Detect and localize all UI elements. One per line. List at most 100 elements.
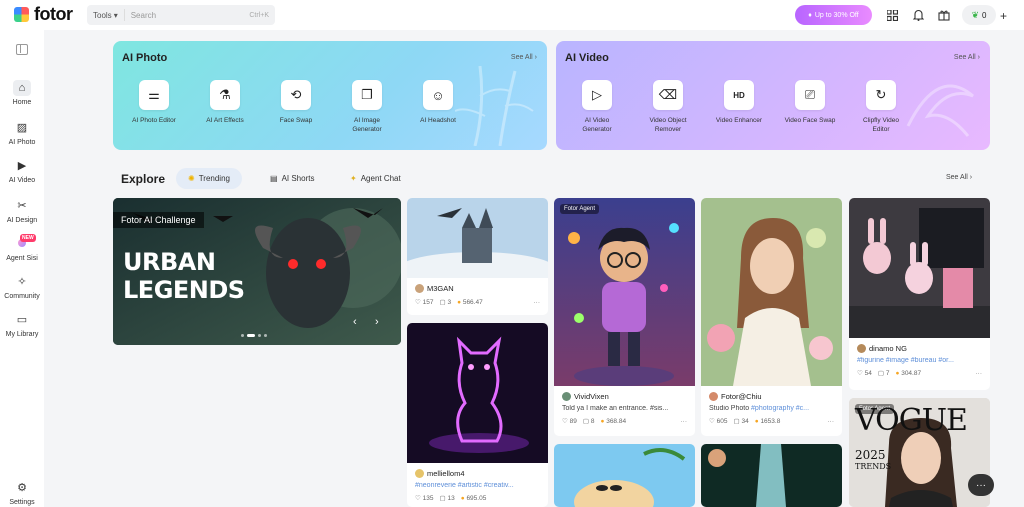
tool-video-object-remover[interactable]: ⌫ Video Object Remover xyxy=(634,80,702,134)
sidebar-item-ai-photo[interactable]: ▨ AI Photo xyxy=(0,120,44,146)
ai-photo-title: AI Photo xyxy=(122,52,168,64)
community-card[interactable]: Fotor Agent VividVixen Told ya I make an… xyxy=(554,198,695,436)
hero-headline: URBAN LEGENDS xyxy=(123,248,245,304)
card-author[interactable]: melliellom4 xyxy=(415,469,540,478)
eraser-icon: ⌫ xyxy=(653,80,683,110)
credits-balance[interactable]: ❦ 0 xyxy=(962,5,996,25)
tool-face-swap[interactable]: ⟲ Face Swap xyxy=(262,80,330,125)
explore-title: Explore xyxy=(121,172,166,186)
likes-count: 605 xyxy=(716,418,728,425)
likes-icon[interactable]: ♡ 54 xyxy=(857,369,872,377)
fotor-logo-icon xyxy=(14,7,29,22)
tab-trending[interactable]: ✺ Trending xyxy=(176,168,242,189)
carousel-dot[interactable] xyxy=(241,334,244,337)
star-icon: ● xyxy=(754,417,759,425)
card-stats: ♡ 605 ▢ 34 ● 1653.8 ··· xyxy=(709,417,835,426)
challenge-hero-card[interactable]: Fotor AI Challenge URBAN LEGENDS ‹ › xyxy=(113,198,401,345)
sidebar-item-settings[interactable]: ⚙ Settings xyxy=(0,480,44,506)
community-card[interactable] xyxy=(554,444,695,507)
sidebar-toggle-icon[interactable] xyxy=(16,44,28,55)
bell-icon[interactable] xyxy=(911,8,925,22)
promo-button[interactable]: ♦ Up to 30% Off xyxy=(795,5,872,25)
magazine-year: 2025 xyxy=(855,448,886,462)
tool-label: Clipfly Video Editor xyxy=(862,117,899,133)
plus-icon[interactable]: + xyxy=(1000,9,1007,23)
tab-agent-chat[interactable]: ✦ Agent Chat xyxy=(338,168,413,189)
carousel-dot[interactable] xyxy=(264,334,267,337)
apps-grid-icon[interactable] xyxy=(885,8,899,22)
tool-ai-photo-editor[interactable]: ⚌ AI Photo Editor xyxy=(120,80,188,125)
sidebar-item-agent-sisi[interactable]: NEW Agent Sisi xyxy=(0,234,44,262)
comments-icon[interactable]: ▢ 34 xyxy=(734,417,749,425)
more-options-icon[interactable]: ··· xyxy=(976,370,983,377)
caption-tags[interactable]: #photography #c... xyxy=(751,405,809,412)
comments-icon[interactable]: ▢ 3 xyxy=(440,298,452,306)
tool-ai-headshot[interactable]: ☺ AI Headshot xyxy=(404,80,472,125)
carousel-dot[interactable] xyxy=(258,334,261,337)
card-author[interactable]: M3GAN xyxy=(415,284,540,293)
tool-clipfly-video-editor[interactable]: ↻ Clipfly Video Editor xyxy=(847,80,915,134)
card-caption: Told ya I make an entrance. #sis... xyxy=(562,405,669,412)
tool-label: AI Photo Editor xyxy=(132,117,176,124)
search-input[interactable] xyxy=(124,10,235,20)
sidebar-item-community[interactable]: ✧ Community xyxy=(0,274,44,300)
tool-label: Face Swap xyxy=(279,117,313,124)
ai-video-see-all-link[interactable]: See All › xyxy=(954,54,980,61)
community-card[interactable]: melliellom4 #neonreverie #artistic #crea… xyxy=(407,323,548,507)
card-author[interactable]: dinamo NG xyxy=(857,344,982,353)
comments-icon[interactable]: ▢ 7 xyxy=(878,369,890,377)
fotor-agent-badge: Fotor Agent xyxy=(560,204,600,214)
tab-ai-shorts[interactable]: ▤ AI Shorts xyxy=(258,168,326,189)
likes-count: 89 xyxy=(569,418,577,425)
sidebar-item-my-library[interactable]: ▭ My Library xyxy=(0,312,44,338)
card-author[interactable]: VividVixen xyxy=(562,392,687,401)
tool-ai-image-generator[interactable]: ❐ AI Image Generator xyxy=(333,80,401,134)
more-options-icon[interactable]: ··· xyxy=(534,299,541,306)
comments-count: 13 xyxy=(447,495,455,502)
card-tags[interactable]: #figurine #image #bureau #or... xyxy=(857,357,982,364)
carousel-next-icon[interactable]: › xyxy=(375,316,379,328)
sidebar-item-ai-video[interactable]: ▶ AI Video xyxy=(0,158,44,184)
ai-photo-see-all-link[interactable]: See All › xyxy=(511,54,537,61)
search-shortcut: Ctrl+K xyxy=(249,11,269,19)
sidebar-item-label: Community xyxy=(4,293,40,300)
more-options-icon[interactable]: ··· xyxy=(828,418,835,425)
waterfall-image xyxy=(701,444,842,507)
carousel-dot[interactable] xyxy=(247,334,255,337)
author-name: M3GAN xyxy=(427,284,454,293)
community-card[interactable] xyxy=(701,444,842,507)
tool-video-face-swap[interactable]: ⎚ Video Face Swap xyxy=(776,80,844,125)
sidebar-item-home[interactable]: ⌂ Home xyxy=(0,80,44,106)
tool-ai-art-effects[interactable]: ⚗ AI Art Effects xyxy=(191,80,259,125)
card-author[interactable]: Fotor@Chiu xyxy=(709,392,834,401)
carousel-prev-icon[interactable]: ‹ xyxy=(353,316,357,328)
leaf-icon: ❦ xyxy=(971,9,980,20)
top-header: fotor Tools ▾ Ctrl+K ♦ Up to 30% Off ❦ 0… xyxy=(0,0,1024,30)
hero-line: URBAN xyxy=(123,248,216,276)
likes-icon[interactable]: ♡ 157 xyxy=(415,298,434,306)
tool-ai-video-generator[interactable]: ▷ AI Video Generator xyxy=(563,80,631,134)
floating-more-icon[interactable]: ··· xyxy=(968,474,994,496)
gift-icon[interactable] xyxy=(937,8,951,22)
more-options-icon[interactable]: ··· xyxy=(681,418,688,425)
tools-dropdown[interactable]: Tools ▾ xyxy=(87,9,125,21)
carousel-dots[interactable] xyxy=(241,334,267,337)
sidebar-item-label: Agent Sisi xyxy=(6,255,38,262)
card-tags[interactable]: #neonreverie #artistic #creativ... xyxy=(415,482,540,489)
comments-icon[interactable]: ▢ 8 xyxy=(583,417,595,425)
fotor-logo[interactable]: fotor xyxy=(14,5,73,23)
community-card[interactable]: dinamo NG #figurine #image #bureau #or..… xyxy=(849,198,990,390)
author-name: dinamo NG xyxy=(869,344,907,353)
likes-icon[interactable]: ♡ 605 xyxy=(709,417,728,425)
avatar xyxy=(562,392,571,401)
tool-label: AI Video Generator xyxy=(582,117,612,133)
likes-icon[interactable]: ♡ 89 xyxy=(562,417,577,425)
explore-see-all-link[interactable]: See All › xyxy=(946,174,972,181)
likes-icon[interactable]: ♡ 135 xyxy=(415,494,434,502)
likes-count: 157 xyxy=(422,299,434,306)
comments-icon[interactable]: ▢ 13 xyxy=(440,494,455,502)
tool-video-enhancer[interactable]: HD Video Enhancer xyxy=(705,80,773,125)
community-card[interactable]: M3GAN ♡ 157 ▢ 3 ● 566.47 ··· xyxy=(407,198,548,315)
sidebar-item-ai-design[interactable]: ✂ AI Design xyxy=(0,198,44,224)
community-card[interactable]: Fotor@Chiu Studio Photo #photography #c.… xyxy=(701,198,842,436)
